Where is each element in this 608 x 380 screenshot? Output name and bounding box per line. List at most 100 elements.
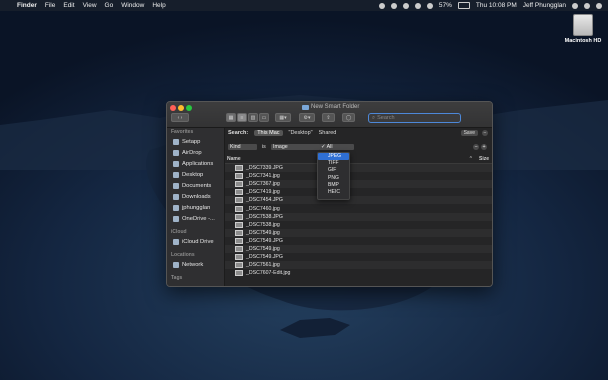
sidebar: Favorites Setapp AirDrop Applications De… <box>167 128 225 286</box>
sidebar-item-applications[interactable]: Applications <box>167 158 224 169</box>
table-row[interactable]: _DSC7607-Edit.jpg <box>225 269 492 277</box>
menu-extras: 57% Thu 10:08 PM Jeff Phungglan <box>378 0 602 11</box>
macintosh-hd[interactable]: Macintosh HD <box>563 14 603 44</box>
sidebar-item-label: Setapp <box>182 138 201 145</box>
value-popup[interactable]: Image <box>271 144 320 150</box>
desktop-icon <box>173 171 179 178</box>
sidebar-item-setapp[interactable]: Setapp <box>167 136 224 147</box>
table-row[interactable]: _DSC7419.jpg <box>225 188 492 196</box>
user-name[interactable]: Jeff Phungglan <box>523 2 566 9</box>
menu-item-gif[interactable]: GIF <box>318 167 349 174</box>
search-field[interactable]: ⌕ Search <box>368 113 461 123</box>
table-row[interactable]: _DSC7538.jpg <box>225 221 492 229</box>
table-row[interactable]: _DSC7549.jpg <box>225 228 492 237</box>
display-icon[interactable] <box>402 2 409 9</box>
file-name: _DSC7341.jpg <box>246 173 280 180</box>
menu-app-finder[interactable]: Finder <box>17 2 37 9</box>
remove-criterion-button[interactable]: − <box>473 144 479 150</box>
file-name: _DSC7454.JPG <box>246 197 283 204</box>
menu-item-heic[interactable]: HEIC <box>318 189 349 196</box>
table-row[interactable]: _DSC7339.JPG <box>225 164 492 173</box>
sidebar-item-onedrive[interactable]: OneDrive -... <box>167 213 224 224</box>
sidebar-item-documents[interactable]: Documents <box>167 180 224 191</box>
zoom-button[interactable] <box>186 105 192 111</box>
sidebar-section-favorites: Favorites <box>171 129 194 135</box>
clock[interactable]: Thu 10:08 PM <box>476 2 517 9</box>
sidebar-item-icloud-drive[interactable]: iCloud Drive <box>167 236 224 247</box>
view-icon-button[interactable]: ▦ <box>226 113 236 122</box>
icloud-icon <box>173 238 179 245</box>
menu-go[interactable]: Go <box>105 2 114 9</box>
sidebar-item-airdrop[interactable]: AirDrop <box>167 147 224 158</box>
view-columns-button[interactable]: ▥ <box>248 113 258 122</box>
sidebar-item-label: jphungglan <box>182 204 211 211</box>
group-button[interactable]: ▦▾ <box>275 113 291 122</box>
add-criterion-button[interactable]: + <box>481 144 487 150</box>
menu-item-tiff[interactable]: TIFF <box>318 160 349 167</box>
sidebar-section-icloud: iCloud <box>171 229 187 235</box>
title-bar[interactable]: New Smart Folder ‹ › ▦ ≡ ▥ ▭ ▦▾ ⚙▾ ⇧ ◯ ⌕… <box>167 102 492 128</box>
column-name[interactable]: Name <box>227 156 241 162</box>
column-size[interactable]: Size <box>479 156 489 162</box>
save-button[interactable]: Save <box>460 130 478 136</box>
menu-item-jpeg[interactable]: JPEG <box>318 153 349 161</box>
menu-help[interactable]: Help <box>152 2 165 9</box>
airdrop-icon <box>173 149 179 156</box>
sidebar-item-desktop[interactable]: Desktop <box>167 169 224 180</box>
menu-item-png[interactable]: PNG <box>318 175 349 182</box>
scope-this-mac[interactable]: This Mac <box>254 130 283 136</box>
search-icon[interactable] <box>572 2 578 9</box>
subvalue-popup[interactable]: ✓ All <box>319 144 354 150</box>
menu-item-bmp[interactable]: BMP <box>318 182 349 189</box>
close-button[interactable] <box>170 105 176 111</box>
action-gear-button[interactable]: ⚙▾ <box>299 113 315 122</box>
file-name: _DSC7549.JPG <box>246 237 283 244</box>
scope-desktop[interactable]: "Desktop" <box>289 130 313 136</box>
table-row[interactable]: _DSC7538.JPG <box>225 212 492 221</box>
image-thumbnail-icon <box>235 205 243 212</box>
menu-file[interactable]: File <box>45 2 55 9</box>
siri-icon[interactable] <box>584 2 590 9</box>
table-row[interactable]: _DSC7454.JPG <box>225 196 492 205</box>
table-row[interactable]: _DSC7341.jpg <box>225 172 492 180</box>
volume-icon[interactable] <box>426 2 433 9</box>
attribute-popup[interactable]: Kind <box>228 144 257 150</box>
table-row[interactable]: _DSC7460.jpg <box>225 204 492 212</box>
scope-shared[interactable]: Shared <box>319 130 337 136</box>
view-gallery-button[interactable]: ▭ <box>259 113 269 122</box>
control-center-icon[interactable] <box>596 2 602 9</box>
sidebar-item-network[interactable]: Network <box>167 259 224 270</box>
search-placeholder: Search <box>377 115 395 121</box>
status-icon[interactable] <box>378 2 385 9</box>
menu-view[interactable]: View <box>83 2 97 9</box>
sort-caret-icon[interactable]: ^ <box>470 156 472 162</box>
battery-percent[interactable]: 57% <box>439 2 452 9</box>
menu-window[interactable]: Window <box>121 2 144 9</box>
window-title: New Smart Folder <box>302 104 359 110</box>
image-thumbnail-icon <box>235 221 243 228</box>
hard-drive-icon <box>573 14 593 36</box>
battery-icon[interactable] <box>457 2 470 9</box>
sidebar-item-label: Applications <box>182 160 214 167</box>
minimize-button[interactable] <box>178 105 184 111</box>
tag-button[interactable]: ◯ <box>342 113 355 122</box>
collapse-criteria-button[interactable]: − <box>482 130 488 136</box>
table-row[interactable]: _DSC7549.JPG <box>225 253 492 261</box>
table-row[interactable]: _DSC7549.jpg <box>225 244 492 254</box>
back-forward-button[interactable]: ‹ › <box>171 113 189 122</box>
image-thumbnail-icon <box>235 213 243 220</box>
table-row[interactable]: _DSC7549.JPG <box>225 237 492 245</box>
image-thumbnail-icon <box>235 262 243 269</box>
wifi-icon[interactable] <box>414 2 421 9</box>
share-button[interactable]: ⇧ <box>322 113 335 122</box>
table-row[interactable]: _DSC7367.jpg <box>225 180 492 189</box>
file-name: _DSC7419.jpg <box>246 189 280 196</box>
menu-edit[interactable]: Edit <box>63 2 74 9</box>
file-name: _DSC7460.jpg <box>246 205 280 212</box>
sidebar-item-downloads[interactable]: Downloads <box>167 191 224 202</box>
view-list-button[interactable]: ≡ <box>237 113 247 122</box>
cloud-icon[interactable] <box>390 2 397 9</box>
home-icon <box>173 204 179 211</box>
table-row[interactable]: _DSC7561.jpg <box>225 261 492 270</box>
sidebar-item-home[interactable]: jphungglan <box>167 202 224 213</box>
